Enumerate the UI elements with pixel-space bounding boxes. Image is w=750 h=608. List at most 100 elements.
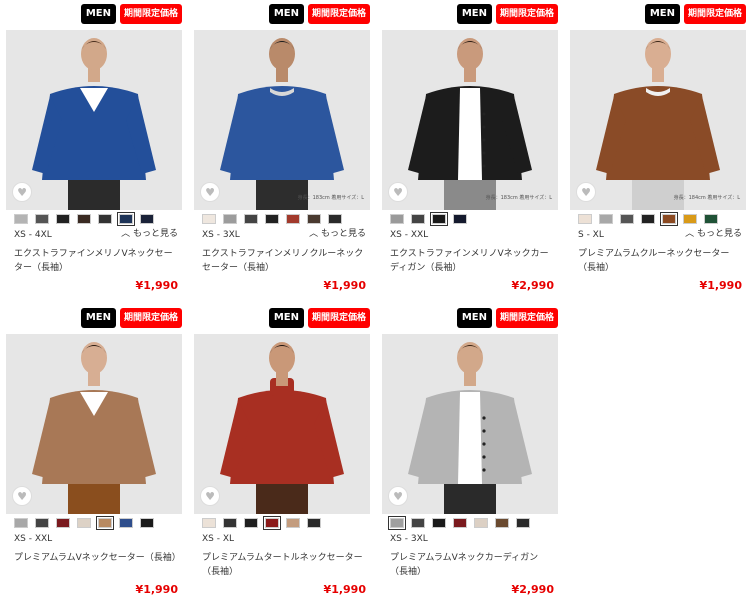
color-swatch[interactable] (223, 214, 237, 224)
color-swatch[interactable] (411, 518, 425, 528)
product-name[interactable]: エクストラファインメリノVネックカーディガン（長袖） (390, 247, 555, 275)
color-swatch[interactable] (14, 214, 28, 224)
color-swatch[interactable] (140, 214, 154, 224)
color-swatch[interactable] (307, 518, 321, 528)
product-name[interactable]: エクストラファインメリノクルーネックセーター（長袖） (202, 247, 367, 275)
limited-price-badge: 期間限定価格 (307, 308, 370, 328)
color-swatch[interactable] (390, 214, 404, 224)
product-image[interactable]: ♥ 身長：183cm 着用サイズ：L (382, 30, 558, 210)
color-swatch[interactable] (411, 214, 425, 224)
product-card[interactable]: MEN 期間限定価格 ♥ 身長：183cm 着用サイズ：L XS - XXL エクストラフ… (382, 4, 558, 304)
product-image[interactable]: ♥ (382, 334, 558, 514)
color-swatch[interactable] (56, 214, 70, 224)
color-swatches (388, 516, 530, 530)
color-swatch[interactable] (578, 214, 592, 224)
more-colors-link[interactable]: ︿ もっと見る (309, 226, 366, 239)
product-name[interactable]: プレミアムラムタートルネックセーター（長袖） (202, 551, 367, 579)
color-swatch[interactable] (202, 214, 216, 224)
product-name[interactable]: プレミアムラムVネックカーディガン（長袖） (390, 551, 555, 579)
color-swatch[interactable] (77, 518, 91, 528)
limited-price-badge: 期間限定価格 (683, 4, 746, 24)
color-swatch[interactable] (265, 214, 279, 224)
model-neck (276, 372, 288, 386)
color-swatch[interactable] (388, 516, 406, 530)
model-photo (32, 38, 156, 210)
men-badge: MEN (80, 4, 116, 24)
model-face (81, 342, 107, 374)
product-name[interactable]: プレミアムラムクルーネックセーター（長袖） (578, 247, 743, 275)
color-swatch[interactable] (56, 518, 70, 528)
heart-icon[interactable]: ♥ (388, 182, 408, 202)
size-range: XS - XXL (14, 534, 53, 544)
color-swatch[interactable] (453, 214, 467, 224)
color-swatch[interactable] (202, 518, 216, 528)
color-swatch[interactable] (96, 516, 114, 530)
color-swatch[interactable] (641, 214, 655, 224)
product-price: ¥2,990 (511, 583, 554, 596)
color-swatch[interactable] (77, 214, 91, 224)
more-colors-link[interactable]: ︿ もっと見る (121, 226, 178, 239)
product-card[interactable]: MEN 期間限定価格 ♥ 身長：184cm 着用サイズ：L S - XL ︿ もっと見るプ… (570, 4, 746, 304)
heart-icon[interactable]: ♥ (576, 182, 596, 202)
heart-icon[interactable]: ♥ (12, 486, 32, 506)
color-swatch[interactable] (453, 518, 467, 528)
more-colors-link[interactable]: ︿ もっと見る (685, 226, 742, 239)
product-image[interactable]: ♥ (6, 334, 182, 514)
color-swatch[interactable] (244, 214, 258, 224)
heart-icon[interactable]: ♥ (388, 486, 408, 506)
product-card[interactable]: MEN 期間限定価格 ♥ XS - XXL プレミアムラムVネックセーター（長袖） ¥1,… (6, 308, 182, 608)
color-swatch[interactable] (140, 518, 154, 528)
badge-group: MEN 期間限定価格 (268, 4, 370, 26)
color-swatch[interactable] (244, 518, 258, 528)
heart-icon[interactable]: ♥ (200, 182, 220, 202)
color-swatch[interactable] (286, 518, 300, 528)
model-photo (220, 342, 344, 514)
color-swatch[interactable] (223, 518, 237, 528)
color-swatch[interactable] (119, 518, 133, 528)
heart-icon[interactable]: ♥ (12, 182, 32, 202)
color-swatch[interactable] (35, 214, 49, 224)
color-swatch[interactable] (660, 212, 678, 226)
color-swatch[interactable] (117, 212, 135, 226)
more-colors-label: もっと見る (132, 229, 178, 239)
product-name[interactable]: エクストラファインメリノVネックセーター（長袖） (14, 247, 179, 275)
color-swatch[interactable] (599, 214, 613, 224)
cardigan-button (482, 416, 486, 420)
product-card[interactable]: MEN 期間限定価格 ♥ XS - 4XL ︿ もっと見る エクストラファインメリノVネッ… (6, 4, 182, 304)
color-swatch[interactable] (286, 214, 300, 224)
product-image[interactable]: ♥ 身長：183cm 着用サイズ：L (194, 30, 370, 210)
heart-icon[interactable]: ♥ (200, 486, 220, 506)
badge-group: MEN 期間限定価格 (80, 308, 182, 330)
product-card[interactable]: MEN 期間限定価格 ♥ XS - XL プレミアムラムタートルネックセーター（長袖） ¥… (194, 308, 370, 608)
badge-group: MEN 期間限定価格 (456, 4, 558, 26)
color-swatch[interactable] (620, 214, 634, 224)
color-swatch[interactable] (430, 212, 448, 226)
color-swatch[interactable] (98, 214, 112, 224)
product-image[interactable]: ♥ (194, 334, 370, 514)
product-image[interactable]: ♥ 身長：184cm 着用サイズ：L (570, 30, 746, 210)
color-swatches (202, 214, 342, 224)
model-neck (88, 68, 100, 82)
cardigan-button (482, 455, 486, 459)
product-name[interactable]: プレミアムラムVネックセーター（長袖） (14, 551, 181, 565)
product-card[interactable]: MEN 期間限定価格 ♥ 身長：183cm 着用サイズ：L XS - 3XL ︿ もっと見… (194, 4, 370, 304)
color-swatch[interactable] (516, 518, 530, 528)
color-swatch[interactable] (263, 516, 281, 530)
color-swatch[interactable] (495, 518, 509, 528)
product-image[interactable]: ♥ (6, 30, 182, 210)
color-swatch[interactable] (683, 214, 697, 224)
product-card[interactable]: MEN 期間限定価格 ♥ XS - 3XL プレミアムラムVネックカーディガン（長袖） ¥… (382, 308, 558, 608)
model-photo (596, 38, 720, 210)
badge-group: MEN 期間限定価格 (268, 308, 370, 330)
size-range: XS - XXL (390, 230, 429, 240)
color-swatch[interactable] (432, 518, 446, 528)
color-swatch[interactable] (328, 214, 342, 224)
model-neck (88, 372, 100, 386)
color-swatch[interactable] (307, 214, 321, 224)
color-swatch[interactable] (14, 518, 28, 528)
color-swatch[interactable] (704, 214, 718, 224)
color-swatch[interactable] (35, 518, 49, 528)
color-swatches (14, 516, 154, 530)
model-neck (464, 68, 476, 82)
color-swatch[interactable] (474, 518, 488, 528)
